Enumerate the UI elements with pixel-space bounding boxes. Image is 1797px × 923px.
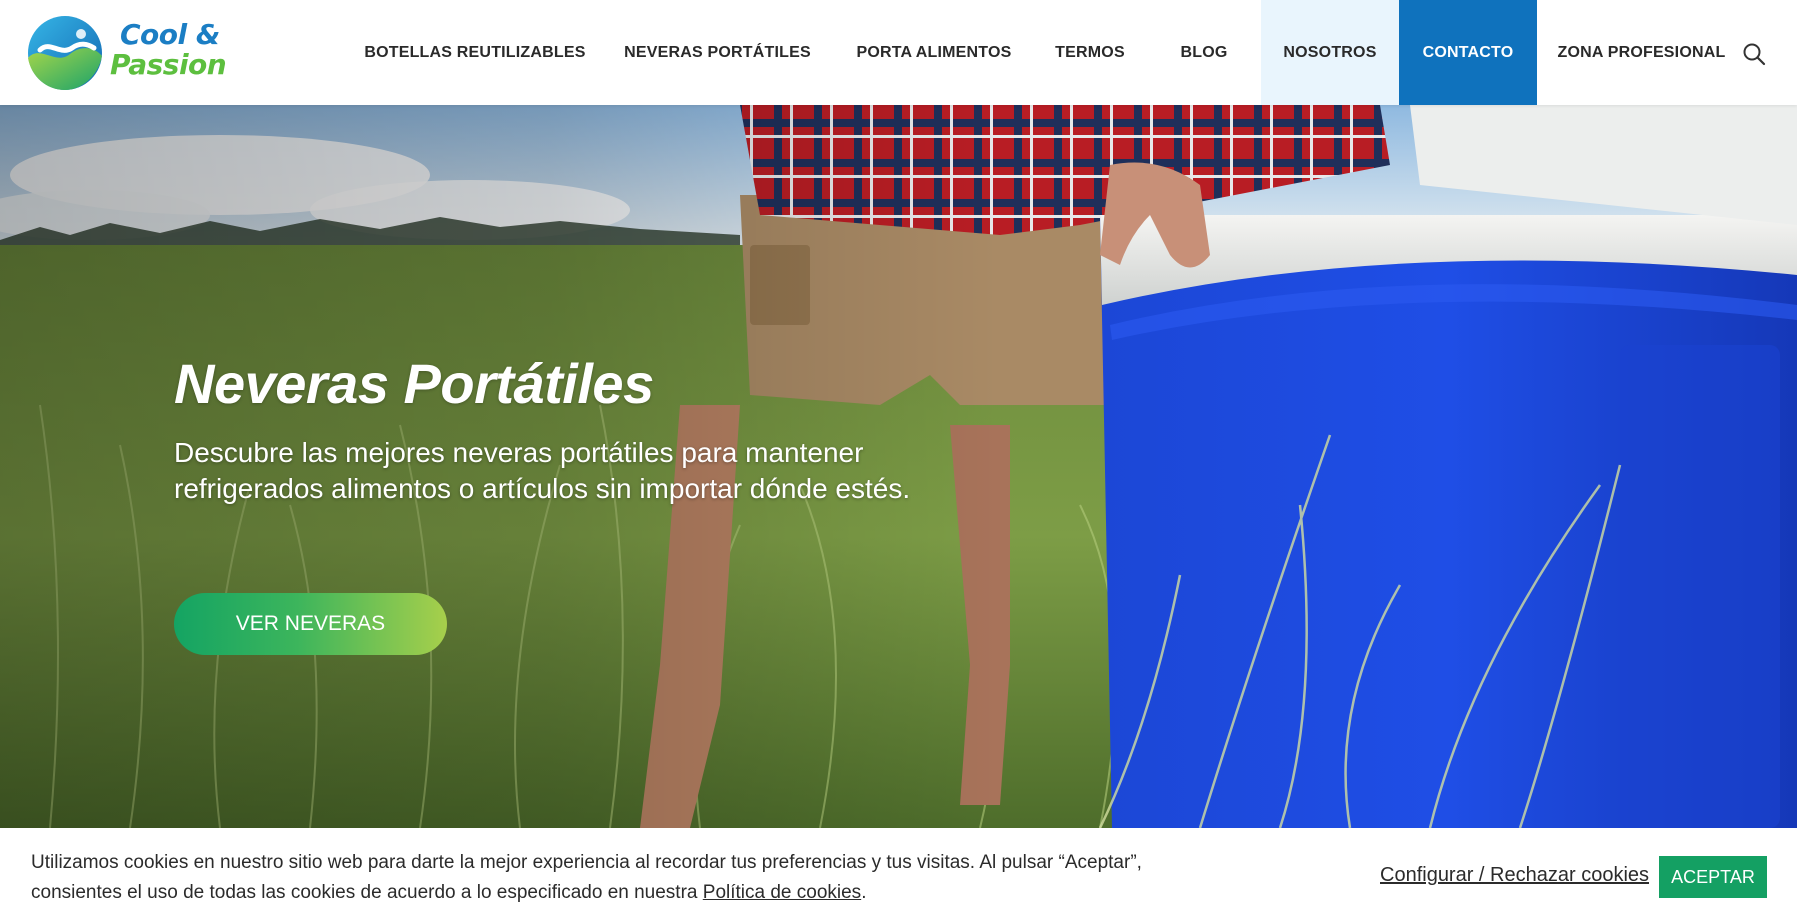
site-header: Cool & Passion BOTELLAS REUTILIZABLES NE… [0,0,1797,105]
search-button[interactable] [1736,36,1772,72]
cookie-message-end: . [861,882,867,903]
nav-item-termos[interactable]: TERMOS [1033,0,1147,105]
nav-item-zona-profesional[interactable]: ZONA PROFESIONAL [1537,0,1746,105]
nav-item-neveras[interactable]: NEVERAS PORTÁTILES [600,0,835,105]
nav-item-blog[interactable]: BLOG [1147,0,1261,105]
logo-link[interactable]: Cool & Passion [26,14,227,90]
search-icon [1743,43,1766,66]
hero-banner: Neveras Portátiles Descubre las mejores … [0,105,1797,828]
hero-subtitle: Descubre las mejores neveras portátiles … [174,437,911,504]
logo-icon [28,16,102,90]
logo-line-1: Cool & [120,18,220,51]
ver-neveras-button[interactable]: VER NEVERAS [174,593,447,655]
logo-line-2: Passion [110,48,227,81]
configure-cookies-link[interactable]: Configurar / Rechazar cookies [1380,864,1649,887]
cookie-message: Utilizamos cookies en nuestro sitio web … [31,848,1211,908]
accept-cookies-button[interactable]: ACEPTAR [1659,856,1767,898]
main-nav: BOTELLAS REUTILIZABLES NEVERAS PORTÁTILE… [350,0,1746,105]
nav-item-botellas[interactable]: BOTELLAS REUTILIZABLES [350,0,600,105]
nav-item-contacto[interactable]: CONTACTO [1399,0,1537,105]
cookie-policy-link[interactable]: Política de cookies [703,882,861,903]
nav-item-porta-alimentos[interactable]: PORTA ALIMENTOS [835,0,1033,105]
logo-wordmark: Cool & Passion [110,18,227,81]
cookie-banner: Utilizamos cookies en nuestro sitio web … [0,828,1797,923]
nav-item-nosotros[interactable]: NOSOTROS [1261,0,1399,105]
hero-title: Neveras Portátiles [174,352,654,415]
cookie-message-text: Utilizamos cookies en nuestro sitio web … [31,852,1142,903]
